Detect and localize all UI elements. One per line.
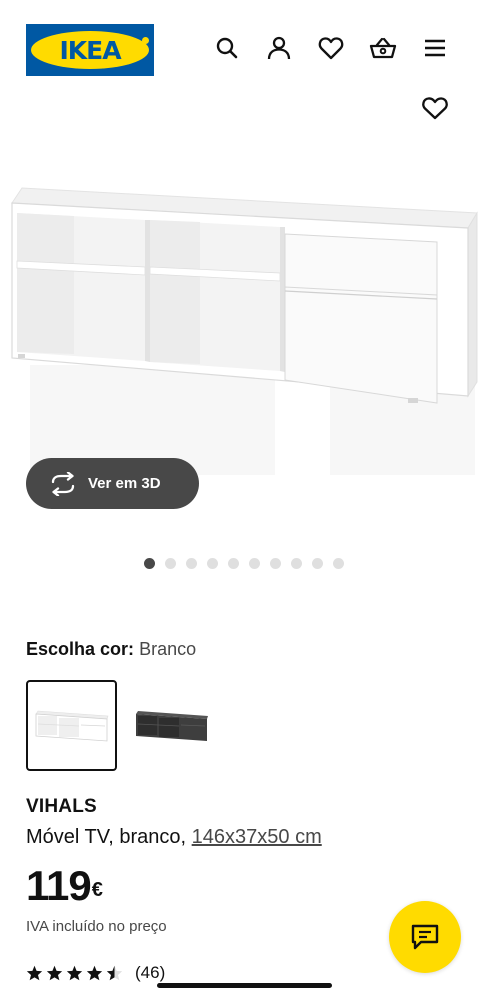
- color-choice-label: Escolha cor: Branco: [26, 639, 196, 660]
- product-dimensions-link[interactable]: 146x37x50 cm: [192, 826, 322, 848]
- price-value: 119: [26, 862, 92, 909]
- view-in-3d-button[interactable]: Ver em 3D: [26, 458, 199, 509]
- product-name: VIHALS: [26, 796, 97, 817]
- rotate-3d-icon: [51, 471, 75, 496]
- carousel-dot[interactable]: [207, 558, 218, 569]
- color-swatch-dark-grey[interactable]: [126, 680, 217, 771]
- heart-icon[interactable]: [315, 32, 347, 64]
- add-to-favourites-heart-icon[interactable]: [420, 94, 450, 122]
- product-type: Móvel TV, branco,: [26, 826, 187, 848]
- view-in-3d-label: Ver em 3D: [88, 475, 161, 492]
- logo-registered-mark: [142, 37, 149, 44]
- rating-stars: [26, 965, 123, 981]
- carousel-dot[interactable]: [228, 558, 239, 569]
- product-image-tv-bench-white[interactable]: [0, 150, 487, 480]
- chat-icon: [411, 924, 439, 950]
- star-full-icon: [86, 965, 103, 981]
- ikea-logo[interactable]: IKEA: [26, 24, 154, 76]
- price-currency: €: [91, 879, 103, 901]
- carousel-dot[interactable]: [165, 558, 176, 569]
- carousel-dot[interactable]: [333, 558, 344, 569]
- star-full-icon: [46, 965, 63, 981]
- user-icon[interactable]: [263, 32, 295, 64]
- carousel-dot[interactable]: [312, 558, 323, 569]
- star-full-icon: [66, 965, 83, 981]
- logo-oval: IKEA: [31, 31, 149, 69]
- search-icon[interactable]: [211, 32, 243, 64]
- color-swatch-white[interactable]: [26, 680, 117, 771]
- menu-icon[interactable]: [419, 32, 451, 64]
- product-description: Móvel TV, branco, 146x37x50 cm: [26, 826, 322, 849]
- chat-button[interactable]: [389, 901, 461, 973]
- color-choice-value: Branco: [139, 639, 197, 659]
- vat-note: IVA incluído no preço: [26, 918, 167, 935]
- carousel-dot[interactable]: [144, 558, 155, 569]
- carousel-dot[interactable]: [186, 558, 197, 569]
- star-half-icon: [106, 965, 123, 981]
- carousel-dot[interactable]: [270, 558, 281, 569]
- home-indicator-bar: [157, 983, 332, 988]
- review-count: (46): [135, 963, 166, 982]
- carousel-dot[interactable]: [249, 558, 260, 569]
- color-choice-key: Escolha cor:: [26, 639, 135, 659]
- header: IKEA: [0, 0, 487, 96]
- product-price: 119€: [26, 862, 103, 910]
- carousel-dot[interactable]: [291, 558, 302, 569]
- logo-text: IKEA: [59, 35, 121, 65]
- star-full-icon: [26, 965, 43, 981]
- image-carousel-dots: [144, 558, 344, 570]
- product-rating[interactable]: (46): [26, 962, 165, 984]
- basket-icon[interactable]: [367, 32, 399, 64]
